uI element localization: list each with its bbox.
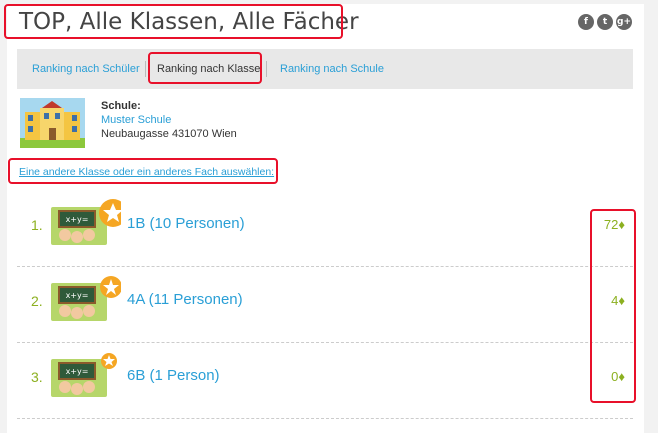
ranking-tab-bar: Ranking nach Schüler Ranking nach Klasse… <box>17 49 633 89</box>
row-divider <box>17 418 633 419</box>
twitter-icon[interactable]: t <box>597 14 613 30</box>
svg-text:x+y=: x+y= <box>66 291 89 300</box>
svg-text:x+y=: x+y= <box>66 367 89 376</box>
tab-separator <box>145 61 146 77</box>
school-address: Neubaugasse 431070 Wien <box>101 128 237 140</box>
class-name-link[interactable]: 6B (1 Person) <box>127 367 220 384</box>
rank-number: 2. <box>31 293 43 309</box>
tab-ranking-klasse[interactable]: Ranking nach Klasse <box>157 49 260 89</box>
rank-number: 1. <box>31 217 43 233</box>
ranking-row: 3. x+y= 6B (1 Person) 0♦ <box>17 343 633 419</box>
rank-number: 3. <box>31 369 43 385</box>
ranking-row: 2. x+y= 4A (11 Personen) 4♦ <box>17 267 633 343</box>
google-plus-icon[interactable]: g+ <box>616 14 632 30</box>
tab-separator <box>266 61 267 77</box>
svg-text:x+y=: x+y= <box>66 215 89 224</box>
class-avatar-icon: x+y= <box>51 353 117 397</box>
class-score: 0♦ <box>611 369 625 384</box>
class-name-link[interactable]: 4A (11 Personen) <box>127 291 243 308</box>
page-title: TOP, Alle Klassen, Alle Fächer <box>19 9 359 35</box>
class-avatar-icon: x+y= <box>51 199 121 245</box>
ranking-row: 1. x+y= 1B (10 Personen) 72♦ <box>17 191 633 267</box>
school-name-link[interactable]: Muster Schule <box>101 114 171 126</box>
school-building-icon <box>20 98 85 148</box>
tab-ranking-schule[interactable]: Ranking nach Schule <box>280 49 384 89</box>
class-avatar-icon: x+y= <box>51 276 121 321</box>
school-label: Schule: <box>101 100 141 112</box>
class-score: 72♦ <box>603 217 625 232</box>
facebook-icon[interactable]: f <box>578 14 594 30</box>
tab-ranking-schueler[interactable]: Ranking nach Schüler <box>32 49 140 89</box>
change-class-subject-link[interactable]: Eine andere Klasse oder ein anderes Fach… <box>19 166 274 178</box>
class-name-link[interactable]: 1B (10 Personen) <box>127 215 245 232</box>
social-share-icons: f t g+ <box>578 14 632 30</box>
class-score: 4♦ <box>611 293 625 308</box>
